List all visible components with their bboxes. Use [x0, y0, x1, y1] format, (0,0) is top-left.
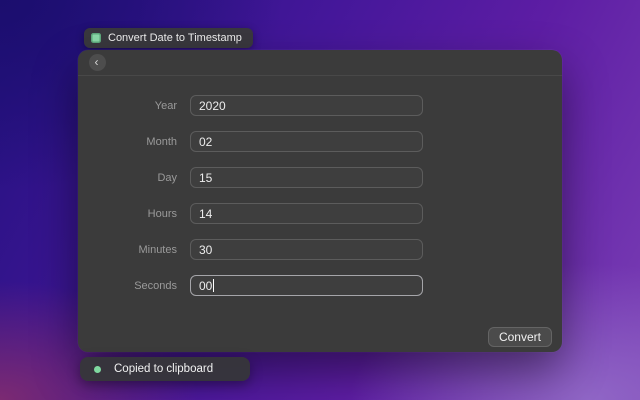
minutes-label: Minutes: [78, 244, 190, 256]
seconds-field[interactable]: [190, 275, 423, 296]
launcher-badge[interactable]: Convert Date to Timestamp: [84, 28, 253, 48]
year-label: Year: [78, 100, 190, 112]
date-form: Year Month Day Hours Minutes: [78, 76, 562, 296]
year-field[interactable]: [190, 95, 423, 116]
day-field[interactable]: [190, 167, 423, 188]
toast-label: Copied to clipboard: [114, 363, 213, 375]
form-row-year: Year: [78, 95, 562, 116]
chevron-left-icon: ‹: [95, 55, 99, 70]
hours-field[interactable]: [190, 203, 423, 224]
launcher-badge-label: Convert Date to Timestamp: [108, 32, 242, 44]
convert-date-window: ‹ Year Month Day Hours: [78, 50, 562, 352]
convert-button[interactable]: Convert: [488, 327, 552, 347]
back-button[interactable]: ‹: [89, 54, 106, 71]
minutes-field[interactable]: [190, 239, 423, 260]
hours-label: Hours: [78, 208, 190, 220]
form-row-month: Month: [78, 131, 562, 152]
form-row-minutes: Minutes: [78, 239, 562, 260]
seconds-label: Seconds: [78, 280, 190, 292]
day-label: Day: [78, 172, 190, 184]
month-label: Month: [78, 136, 190, 148]
form-row-day: Day: [78, 167, 562, 188]
extension-square-icon: [91, 33, 101, 43]
form-row-hours: Hours: [78, 203, 562, 224]
text-caret: [213, 279, 214, 292]
month-field[interactable]: [190, 131, 423, 152]
green-dot-icon: [94, 366, 101, 373]
form-row-seconds: Seconds: [78, 275, 562, 296]
window-header: ‹: [78, 50, 562, 76]
copied-toast: Copied to clipboard: [80, 357, 250, 381]
